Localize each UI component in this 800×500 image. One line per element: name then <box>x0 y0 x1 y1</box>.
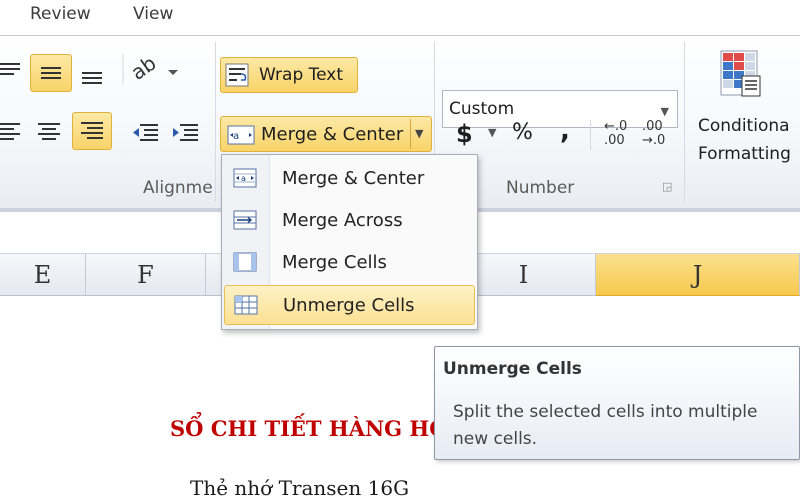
column-header-f[interactable]: F <box>86 254 206 296</box>
menu-item-merge-center[interactable]: a Merge & Center <box>224 159 475 199</box>
ribbon-tab-strip: Review View <box>0 0 800 36</box>
conditional-formatting-label-2: Formatting <box>698 144 791 164</box>
alignment-group-label: Alignme <box>143 178 213 198</box>
decrease-decimal-button[interactable]: .00 →.0 <box>642 120 674 152</box>
unmerge-tooltip: Unmerge Cells Split the selected cells i… <box>434 346 800 460</box>
orientation-icon[interactable]: ab <box>126 51 180 86</box>
menu-item-label: Merge & Center <box>282 168 425 189</box>
merge-cells-icon <box>233 252 257 272</box>
merge-center-icon: a <box>227 125 255 145</box>
align-left-icon[interactable] <box>0 118 26 144</box>
increase-indent-icon[interactable] <box>170 120 200 146</box>
align-center-icon[interactable] <box>36 118 62 144</box>
svg-text:ab: ab <box>130 54 161 85</box>
svg-text:a: a <box>233 131 239 142</box>
sheet-title-cell[interactable]: SỔ CHI TIẾT HÀNG HÓ <box>170 416 448 441</box>
comma-style-button[interactable]: , <box>560 116 570 146</box>
percent-button[interactable]: % <box>512 120 533 145</box>
merge-center-label: Merge & Center <box>261 124 404 145</box>
unmerge-cells-icon <box>234 295 258 315</box>
decrease-decimal-top: .00 <box>642 119 663 134</box>
wrap-text-label: Wrap Text <box>259 65 344 85</box>
menu-item-label: Merge Across <box>282 210 403 231</box>
menu-item-merge-cells[interactable]: Merge Cells <box>224 243 475 283</box>
chevron-down-icon: ▼ <box>660 105 669 118</box>
decrease-indent-icon[interactable] <box>130 120 160 146</box>
column-header-j[interactable]: J <box>596 254 800 296</box>
tab-review[interactable]: Review <box>30 4 91 24</box>
tooltip-title: Unmerge Cells <box>443 359 582 379</box>
number-group-label: Number <box>506 178 575 198</box>
dialog-launcher-icon[interactable]: ◲ <box>662 180 672 193</box>
currency-button[interactable]: $ <box>456 120 473 148</box>
wrap-text-button[interactable]: Wrap Text <box>220 57 358 93</box>
merge-across-icon <box>233 210 257 230</box>
merge-dropdown-menu: a Merge & Center Merge Across Merge Cell… <box>221 154 478 330</box>
chevron-down-icon[interactable]: ▼ <box>415 127 423 140</box>
increase-decimal-bottom: .00 <box>604 133 625 148</box>
increase-decimal-button[interactable]: ←.0 .00 <box>604 120 636 152</box>
number-format-value: Custom <box>449 99 515 119</box>
bottom-align-icon[interactable] <box>80 62 106 88</box>
decrease-decimal-bottom: →.0 <box>642 133 666 148</box>
wrap-text-icon <box>225 63 249 87</box>
menu-item-label: Unmerge Cells <box>283 295 415 316</box>
merge-center-button[interactable]: a Merge & Center ▼ <box>220 116 432 152</box>
menu-item-merge-across[interactable]: Merge Across <box>224 201 475 241</box>
svg-text:a: a <box>241 174 246 183</box>
sheet-subtitle-cell[interactable]: Thẻ nhớ Transen 16G <box>190 476 409 500</box>
conditional-formatting-label-1: Conditiona <box>698 116 790 136</box>
increase-decimal-top: ←.0 <box>604 119 628 134</box>
tab-view[interactable]: View <box>133 4 173 24</box>
menu-item-label: Merge Cells <box>282 252 387 273</box>
conditional-formatting-icon <box>720 50 761 97</box>
menu-item-unmerge-cells[interactable]: Unmerge Cells <box>224 285 475 325</box>
top-align-icon[interactable] <box>0 58 24 84</box>
column-header-e[interactable]: E <box>0 254 86 296</box>
tooltip-body: Split the selected cells into multiple n… <box>453 402 758 449</box>
conditional-formatting-button[interactable]: Conditiona Formatting <box>696 46 800 176</box>
align-right-button[interactable] <box>72 112 112 150</box>
middle-align-button[interactable] <box>30 54 72 92</box>
merge-center-icon: a <box>233 168 257 188</box>
currency-dropdown-icon[interactable]: ▼ <box>488 126 496 139</box>
